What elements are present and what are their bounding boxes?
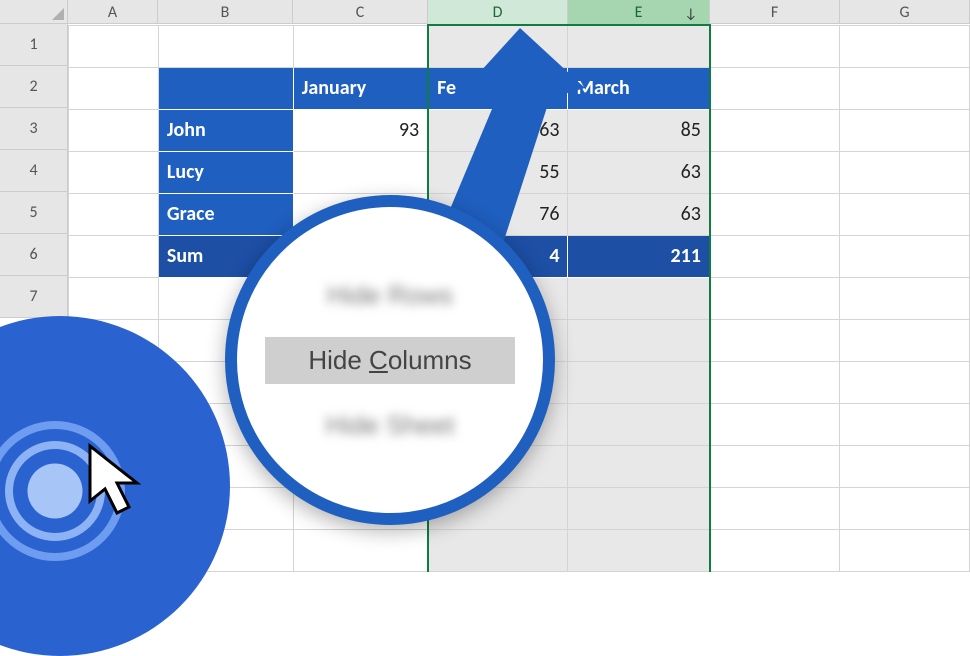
cell[interactable]	[840, 403, 970, 445]
cell[interactable]	[69, 193, 159, 235]
cell[interactable]	[568, 487, 710, 529]
column-header-A[interactable]: A	[68, 0, 158, 24]
menu-text-underline: C	[369, 345, 388, 375]
cell[interactable]	[568, 361, 710, 403]
cell[interactable]	[710, 109, 840, 151]
row-header-1[interactable]: 1	[0, 24, 67, 66]
row-header-6[interactable]: 6	[0, 234, 67, 276]
cell[interactable]	[293, 529, 428, 571]
cell[interactable]	[840, 193, 970, 235]
column-header-E[interactable]: E↓	[568, 0, 710, 24]
menu-item-hide-rows[interactable]: Hide Rows	[307, 272, 473, 319]
down-arrow-icon: ↓	[684, 5, 697, 22]
cell[interactable]	[293, 151, 428, 193]
cursor-icon	[85, 441, 155, 526]
cell[interactable]	[840, 445, 970, 487]
row-header-2[interactable]: 2	[0, 66, 67, 108]
cell[interactable]: Grace	[158, 193, 293, 235]
cell[interactable]	[710, 151, 840, 193]
cell[interactable]	[710, 487, 840, 529]
row-header-5[interactable]: 5	[0, 192, 67, 234]
cell[interactable]	[158, 25, 293, 67]
column-headers-row: ABCDE↓FG	[68, 0, 970, 24]
cell[interactable]	[69, 25, 159, 67]
cell[interactable]	[69, 109, 159, 151]
cell[interactable]	[710, 277, 840, 319]
cell[interactable]	[69, 67, 159, 109]
column-header-F[interactable]: F	[710, 0, 840, 24]
column-header-D[interactable]: D	[428, 0, 568, 24]
cell[interactable]	[710, 25, 840, 67]
cell[interactable]: Lucy	[158, 151, 293, 193]
cell[interactable]	[568, 403, 710, 445]
row-header-7[interactable]: 7	[0, 276, 67, 318]
menu-item-hide-columns[interactable]: Hide Columns	[265, 337, 515, 384]
column-header-C[interactable]: C	[293, 0, 428, 24]
cell[interactable]	[840, 487, 970, 529]
menu-item-hide-sheet[interactable]: Hide Sheet	[306, 402, 475, 449]
cell[interactable]: John	[158, 109, 293, 151]
cell[interactable]: January	[293, 67, 428, 109]
cell[interactable]	[293, 25, 428, 67]
cell[interactable]	[428, 529, 568, 571]
row-header-4[interactable]: 4	[0, 150, 67, 192]
row-header-3[interactable]: 3	[0, 108, 67, 150]
magnifier-callout: Hide Rows Hide Columns Hide Sheet	[225, 195, 555, 525]
cell[interactable]	[710, 235, 840, 277]
cell[interactable]	[158, 67, 293, 109]
cell[interactable]	[840, 109, 970, 151]
cell[interactable]: 93	[293, 109, 428, 151]
cell[interactable]	[568, 319, 710, 361]
cell[interactable]	[840, 529, 970, 571]
menu-text: olumns	[388, 345, 472, 375]
column-header-B[interactable]: B	[158, 0, 293, 24]
cell[interactable]	[840, 25, 970, 67]
cell[interactable]	[710, 193, 840, 235]
cell[interactable]	[710, 529, 840, 571]
cell[interactable]	[840, 277, 970, 319]
row-headers-column: 1234567	[0, 24, 68, 318]
menu-text: Hide	[308, 345, 369, 375]
select-all-corner[interactable]	[0, 0, 68, 24]
column-header-G[interactable]: G	[840, 0, 970, 24]
cell[interactable]	[710, 319, 840, 361]
cell[interactable]	[710, 403, 840, 445]
cell[interactable]	[69, 277, 159, 319]
cell[interactable]	[840, 151, 970, 193]
cell[interactable]	[840, 361, 970, 403]
cell[interactable]	[69, 151, 159, 193]
cell[interactable]	[710, 67, 840, 109]
cell[interactable]	[710, 361, 840, 403]
cell[interactable]	[840, 235, 970, 277]
cell[interactable]	[840, 319, 970, 361]
cell[interactable]	[840, 67, 970, 109]
cell[interactable]	[568, 529, 710, 571]
cell[interactable]	[69, 235, 159, 277]
cell[interactable]	[568, 445, 710, 487]
cell[interactable]	[710, 445, 840, 487]
